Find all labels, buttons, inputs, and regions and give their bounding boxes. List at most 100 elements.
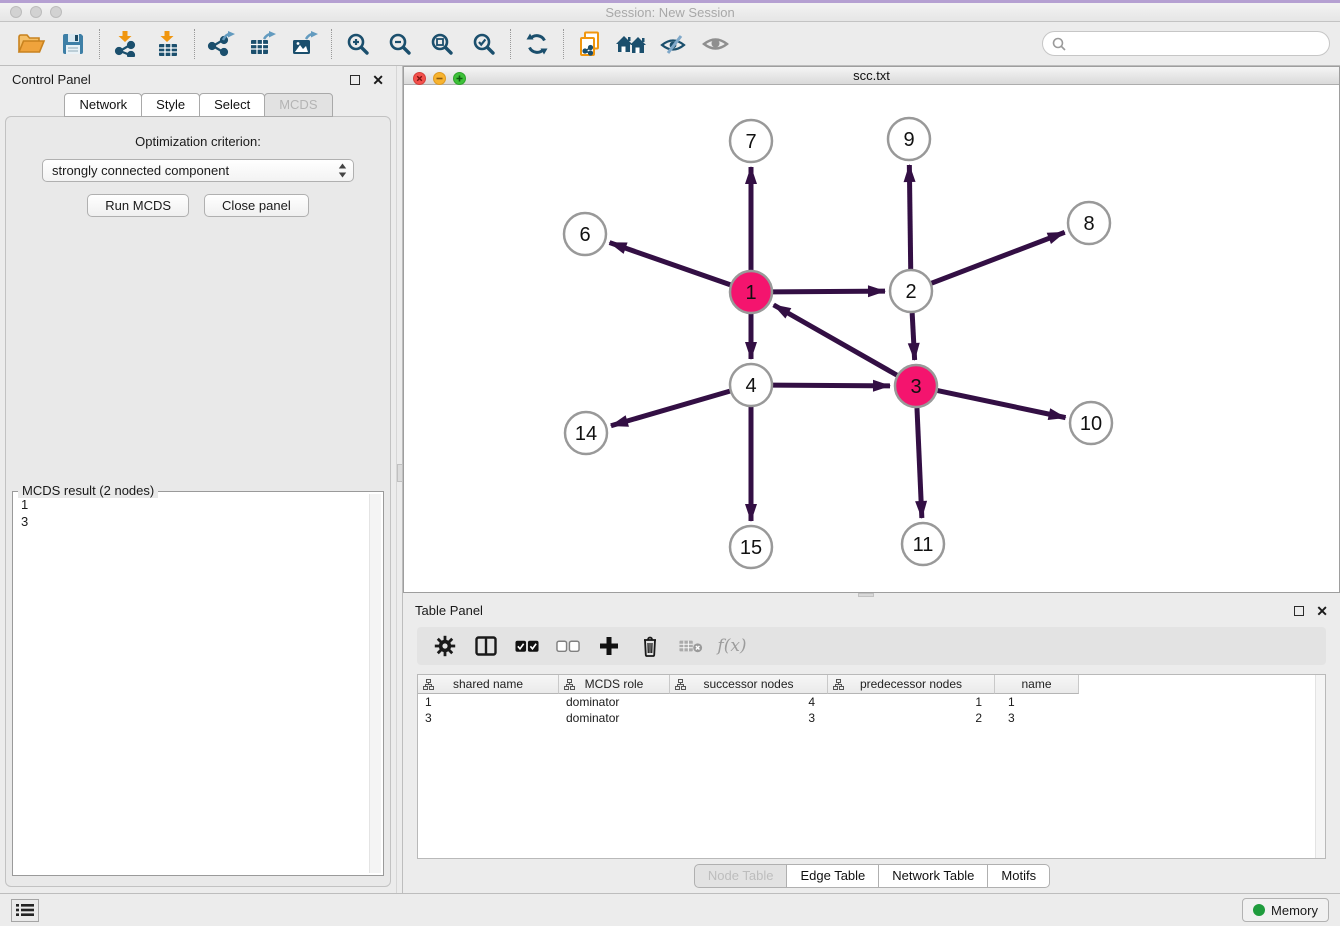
close-window-button[interactable] bbox=[10, 6, 22, 18]
result-line: 1 bbox=[21, 496, 361, 513]
column-header-successor-nodes[interactable]: successor nodes bbox=[670, 675, 828, 694]
search-input[interactable] bbox=[1072, 36, 1320, 51]
run-mcds-button[interactable]: Run MCDS bbox=[87, 194, 189, 217]
network-graph[interactable]: 7 9 6 8 1 2 4 3 14 10 15 11 bbox=[404, 85, 1339, 587]
import-network-button[interactable] bbox=[105, 26, 147, 62]
edge-4-14[interactable] bbox=[611, 391, 730, 426]
graph-node-8[interactable]: 8 bbox=[1068, 202, 1110, 244]
float-panel-icon[interactable] bbox=[350, 75, 360, 85]
table-cell[interactable]: dominator bbox=[559, 710, 670, 726]
save-session-button[interactable] bbox=[52, 26, 94, 62]
tab-edge-table[interactable]: Edge Table bbox=[786, 864, 879, 888]
table-cell[interactable]: 3 bbox=[995, 710, 1079, 726]
graph-node-1[interactable]: 1 bbox=[730, 271, 772, 313]
svg-text:4: 4 bbox=[745, 375, 756, 397]
table-row[interactable]: 3dominator323 bbox=[418, 710, 1325, 726]
splitter-grip[interactable] bbox=[858, 593, 874, 597]
close-network-button[interactable] bbox=[413, 72, 426, 85]
table-row[interactable]: 1dominator411 bbox=[418, 694, 1325, 710]
export-table-button[interactable] bbox=[242, 26, 284, 62]
mcds-result-text[interactable]: 13 bbox=[15, 494, 367, 873]
hide-selected-button[interactable] bbox=[653, 26, 695, 62]
import-table-button[interactable] bbox=[147, 26, 189, 62]
table-cell[interactable]: 3 bbox=[418, 710, 559, 726]
edge-2-9[interactable] bbox=[909, 165, 910, 269]
maximize-network-button[interactable] bbox=[453, 72, 466, 85]
horizontal-splitter[interactable] bbox=[403, 593, 1340, 597]
open-session-button[interactable] bbox=[10, 26, 52, 62]
table-cell[interactable]: 3 bbox=[670, 710, 828, 726]
table-cell[interactable]: 1 bbox=[828, 694, 995, 710]
edge-3-1[interactable] bbox=[774, 305, 897, 375]
close-panel-icon[interactable]: ✕ bbox=[372, 75, 384, 85]
zoom-fit-button[interactable] bbox=[421, 26, 463, 62]
column-header-MCDS-role[interactable]: MCDS role bbox=[559, 675, 670, 694]
task-history-button[interactable] bbox=[11, 899, 39, 922]
result-scrollbar[interactable] bbox=[369, 494, 381, 873]
zoom-out-button[interactable] bbox=[379, 26, 421, 62]
add-column-button[interactable] bbox=[597, 636, 621, 656]
close-panel-icon[interactable]: ✕ bbox=[1316, 606, 1328, 616]
table-cell[interactable]: 2 bbox=[828, 710, 995, 726]
tab-node-table[interactable]: Node Table bbox=[694, 864, 788, 888]
tab-mcds[interactable]: MCDS bbox=[264, 93, 332, 117]
maximize-window-button[interactable] bbox=[50, 6, 62, 18]
edge-4-3[interactable] bbox=[773, 385, 890, 386]
duplicate-network-button[interactable] bbox=[569, 26, 611, 62]
tab-network[interactable]: Network bbox=[64, 93, 142, 117]
tab-network-table[interactable]: Network Table bbox=[878, 864, 988, 888]
edge-2-3[interactable] bbox=[912, 313, 914, 360]
edge-1-6[interactable] bbox=[610, 243, 731, 285]
column-header-predecessor-nodes[interactable]: predecessor nodes bbox=[828, 675, 995, 694]
home-button[interactable] bbox=[611, 26, 653, 62]
column-header-shared-name[interactable]: shared name bbox=[418, 675, 559, 694]
export-network-button[interactable] bbox=[200, 26, 242, 62]
table-cell[interactable]: 1 bbox=[418, 694, 559, 710]
tab-style[interactable]: Style bbox=[141, 93, 200, 117]
table-cell[interactable]: 4 bbox=[670, 694, 828, 710]
close-panel-button[interactable]: Close panel bbox=[204, 194, 309, 217]
show-hidden-button[interactable] bbox=[695, 26, 737, 62]
table-cell[interactable]: 1 bbox=[995, 694, 1079, 710]
search-box[interactable] bbox=[1042, 31, 1330, 56]
memory-button[interactable]: Memory bbox=[1242, 898, 1329, 922]
zoom-selected-button[interactable] bbox=[463, 26, 505, 62]
graph-node-2[interactable]: 2 bbox=[890, 270, 932, 312]
refresh-button[interactable] bbox=[516, 26, 558, 62]
edge-1-2[interactable] bbox=[773, 291, 885, 292]
edge-3-10[interactable] bbox=[938, 391, 1066, 418]
tab-motifs[interactable]: Motifs bbox=[987, 864, 1050, 888]
graph-node-4[interactable]: 4 bbox=[730, 364, 772, 406]
float-panel-icon[interactable] bbox=[1294, 606, 1304, 616]
table-scrollbar[interactable] bbox=[1315, 675, 1325, 858]
graph-node-14[interactable]: 14 bbox=[565, 412, 607, 454]
splitter-grip[interactable] bbox=[397, 464, 403, 482]
minimize-window-button[interactable] bbox=[30, 6, 42, 18]
export-image-button[interactable] bbox=[284, 26, 326, 62]
edge-3-11[interactable] bbox=[917, 408, 922, 518]
table-cell[interactable]: dominator bbox=[559, 694, 670, 710]
graph-node-3[interactable]: 3 bbox=[895, 365, 937, 407]
network-canvas[interactable]: 7 9 6 8 1 2 4 3 14 10 15 11 bbox=[404, 85, 1339, 592]
function-builder-button[interactable]: f(x) bbox=[720, 636, 744, 656]
zoom-in-button[interactable] bbox=[337, 26, 379, 62]
show-columns-button[interactable] bbox=[474, 636, 498, 656]
select-all-button[interactable] bbox=[515, 640, 539, 653]
minimize-network-button[interactable] bbox=[433, 72, 446, 85]
graph-node-9[interactable]: 9 bbox=[888, 118, 930, 160]
graph-node-11[interactable]: 11 bbox=[902, 523, 944, 565]
vertical-splitter[interactable] bbox=[396, 66, 403, 893]
tab-select[interactable]: Select bbox=[199, 93, 265, 117]
graph-node-15[interactable]: 15 bbox=[730, 526, 772, 568]
network-window-titlebar[interactable]: scc.txt bbox=[404, 67, 1339, 85]
criterion-select[interactable]: strongly connected component bbox=[42, 159, 354, 182]
edge-2-8[interactable] bbox=[932, 232, 1065, 283]
column-header-name[interactable]: name bbox=[995, 675, 1079, 694]
graph-node-6[interactable]: 6 bbox=[564, 213, 606, 255]
deselect-all-button[interactable] bbox=[556, 640, 580, 653]
graph-node-7[interactable]: 7 bbox=[730, 120, 772, 162]
table-settings-button[interactable] bbox=[433, 635, 457, 657]
graph-node-10[interactable]: 10 bbox=[1070, 402, 1112, 444]
delete-column-button[interactable] bbox=[638, 635, 662, 657]
delete-table-button[interactable] bbox=[679, 638, 703, 654]
